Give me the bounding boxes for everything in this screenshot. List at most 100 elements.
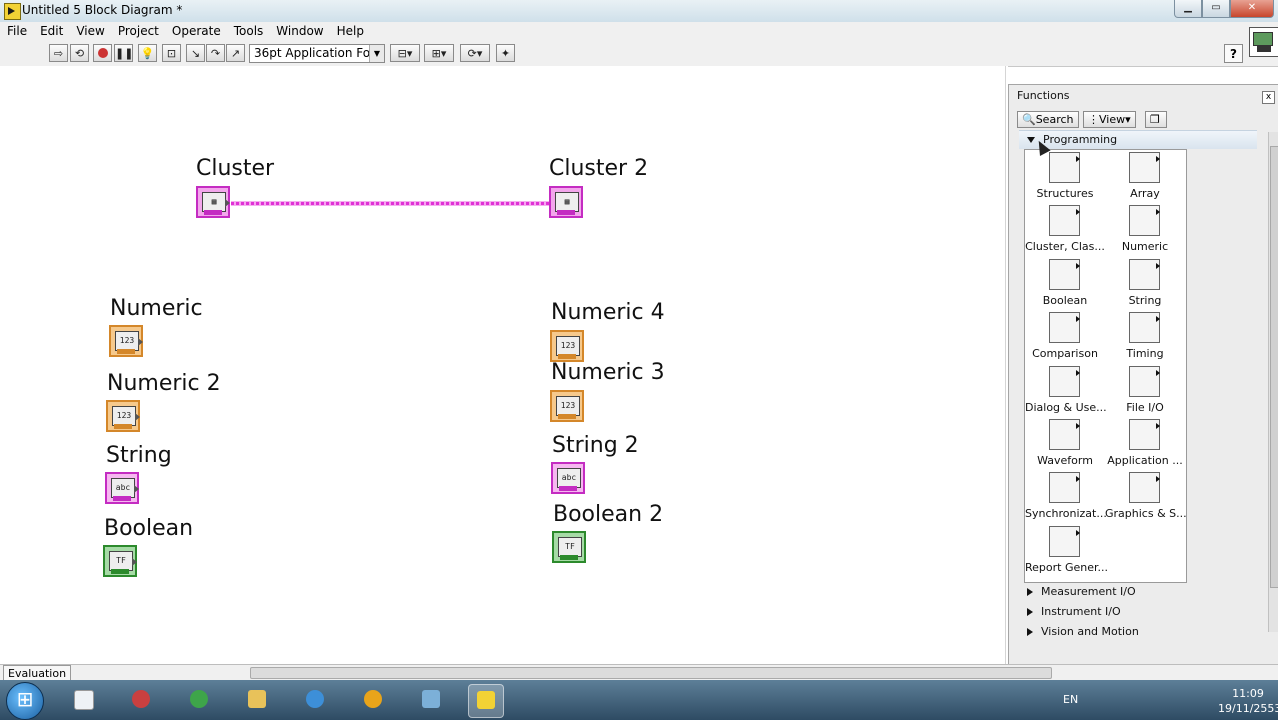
numeric-terminal[interactable]: 123	[109, 325, 143, 357]
menu-project[interactable]: Project	[111, 22, 165, 41]
language-indicator[interactable]: EN	[1063, 693, 1078, 706]
palette-item-label: Dialog & Use...	[1025, 401, 1107, 414]
palette-item-application[interactable]: Application ...	[1105, 417, 1185, 470]
palette-item-array[interactable]: Array	[1105, 150, 1185, 203]
palette-item-boolean[interactable]: Boolean	[1025, 257, 1105, 310]
palette-restore-icon[interactable]: ❐	[1145, 111, 1167, 128]
palette-item-structures[interactable]: Structures	[1025, 150, 1105, 203]
cluster-label: Cluster	[196, 156, 275, 181]
step-over-icon[interactable]: ↷	[206, 44, 225, 62]
horizontal-scrollbar[interactable]	[250, 667, 1052, 679]
boolean-2-terminal[interactable]: TF	[552, 531, 586, 563]
palette-item-file-io[interactable]: File I/O	[1105, 364, 1185, 417]
menu-view[interactable]: View	[69, 22, 110, 41]
clock[interactable]: 11:09 19/11/2553	[1218, 686, 1278, 716]
menu-tools[interactable]: Tools	[227, 22, 270, 41]
highlight-execution-icon[interactable]: 💡	[138, 44, 157, 62]
boolean-2-glyph: TF	[558, 537, 582, 557]
labview-icon	[477, 691, 495, 709]
taskbar-app-orange[interactable]	[356, 684, 390, 716]
align-objects-icon[interactable]: ⊟▾	[390, 44, 420, 62]
numeric-2-terminal[interactable]: 123	[106, 400, 140, 432]
palette-item-waveform[interactable]: Waveform	[1025, 417, 1105, 470]
menu-operate[interactable]: Operate	[165, 22, 227, 41]
system-tray: EN 11:09 19/11/2553	[1060, 680, 1278, 720]
step-into-icon[interactable]: ↘	[186, 44, 205, 62]
string-2-glyph: abc	[557, 468, 581, 488]
structures-icon	[1049, 152, 1080, 183]
retain-wire-values-icon[interactable]: ⊡	[162, 44, 181, 62]
palette-scrollbar[interactable]	[1268, 132, 1278, 632]
application-control-icon	[1129, 419, 1160, 450]
menu-help[interactable]: Help	[330, 22, 370, 41]
report-generation-icon	[1049, 526, 1080, 557]
distribute-objects-icon[interactable]: ⊞▾	[424, 44, 454, 62]
taskbar-labview-app[interactable]	[468, 684, 504, 718]
run-icon[interactable]: ⇨	[49, 44, 68, 62]
palette-close-icon[interactable]: x	[1262, 91, 1275, 104]
start-button[interactable]	[6, 682, 44, 720]
numeric-4-glyph: 123	[556, 336, 580, 356]
taskbar-app-red[interactable]	[124, 684, 158, 716]
labview-app-icon	[4, 3, 21, 20]
palette-item-cluster[interactable]: Cluster, Clas...	[1025, 203, 1105, 256]
cluster-2-terminal[interactable]: ▦	[549, 186, 583, 218]
palette-item-timing[interactable]: Timing	[1105, 310, 1185, 363]
numeric-2-label: Numeric 2	[107, 371, 221, 396]
palette-item-synchronization[interactable]: Synchronizat...	[1025, 470, 1107, 523]
folder-icon	[248, 690, 266, 708]
palette-item-dialog[interactable]: Dialog & Use...	[1025, 364, 1107, 417]
minimize-button[interactable]: ▁	[1174, 0, 1202, 18]
comparison-icon	[1049, 312, 1080, 343]
cluster-terminal[interactable]: ▦	[196, 186, 230, 218]
synchronization-icon	[1049, 472, 1080, 503]
palette-search-label: Search	[1035, 113, 1074, 126]
string-2-terminal[interactable]: abc	[551, 462, 585, 494]
floppy-disk-icon	[1129, 366, 1160, 397]
maximize-button[interactable]: ▭	[1202, 0, 1230, 18]
category-measurement-io[interactable]: Measurement I/O	[1019, 583, 1257, 601]
taskbar-ie-app[interactable]	[298, 684, 332, 716]
string-terminal[interactable]: abc	[105, 472, 139, 504]
taskbar-app-green[interactable]	[182, 684, 216, 716]
boolean-terminal[interactable]: TF	[103, 545, 137, 577]
string-glyph: abc	[111, 478, 135, 498]
menu-edit[interactable]: Edit	[33, 22, 69, 41]
menu-window[interactable]: Window	[269, 22, 329, 41]
taskbar-folder-app[interactable]	[240, 684, 274, 716]
context-help-button[interactable]: ?	[1224, 44, 1243, 63]
palette-scroll-thumb[interactable]	[1270, 146, 1278, 588]
run-continuously-icon[interactable]: ⟲	[70, 44, 89, 62]
step-out-icon[interactable]: ↗	[226, 44, 245, 62]
pause-icon[interactable]: ❚❚	[114, 44, 133, 62]
numeric-3-label: Numeric 3	[551, 360, 665, 385]
category-instrument-io[interactable]: Instrument I/O	[1019, 603, 1257, 621]
taskbar-explorer-app[interactable]	[66, 684, 100, 716]
internet-explorer-icon	[306, 690, 324, 708]
menu-file[interactable]: File	[0, 22, 33, 41]
numeric-4-terminal[interactable]: 123	[550, 330, 584, 362]
orange-app-icon	[364, 690, 382, 708]
palette-item-report[interactable]: Report Gener...	[1025, 524, 1108, 577]
palette-item-numeric[interactable]: Numeric	[1105, 203, 1185, 256]
cleanup-diagram-icon[interactable]: ✦	[496, 44, 515, 62]
category-programming[interactable]: Programming	[1019, 130, 1257, 149]
cluster-wire[interactable]	[231, 201, 549, 206]
font-selector[interactable]: 36pt Application Font ▼	[249, 44, 385, 63]
palette-view-button[interactable]: ⋮View▾	[1083, 111, 1136, 128]
palette-item-label: Boolean	[1042, 294, 1088, 307]
vi-icon[interactable]	[1249, 27, 1278, 57]
palette-search-button[interactable]: 🔍Search	[1017, 111, 1079, 128]
palette-item-graphics[interactable]: Graphics & S...	[1105, 470, 1187, 523]
abort-icon[interactable]	[93, 44, 112, 62]
taskbar-network-app[interactable]	[414, 684, 448, 716]
palette-item-string[interactable]: String	[1105, 257, 1185, 310]
reorder-icon[interactable]: ⟳▾	[460, 44, 490, 62]
string-label: String	[106, 443, 172, 468]
close-button[interactable]: ✕	[1230, 0, 1274, 18]
block-diagram-canvas[interactable]	[0, 66, 1008, 664]
palette-item-comparison[interactable]: Comparison	[1025, 310, 1105, 363]
palette-item-label: String	[1128, 294, 1162, 307]
numeric-3-terminal[interactable]: 123	[550, 390, 584, 422]
category-vision-motion[interactable]: Vision and Motion	[1019, 623, 1257, 641]
